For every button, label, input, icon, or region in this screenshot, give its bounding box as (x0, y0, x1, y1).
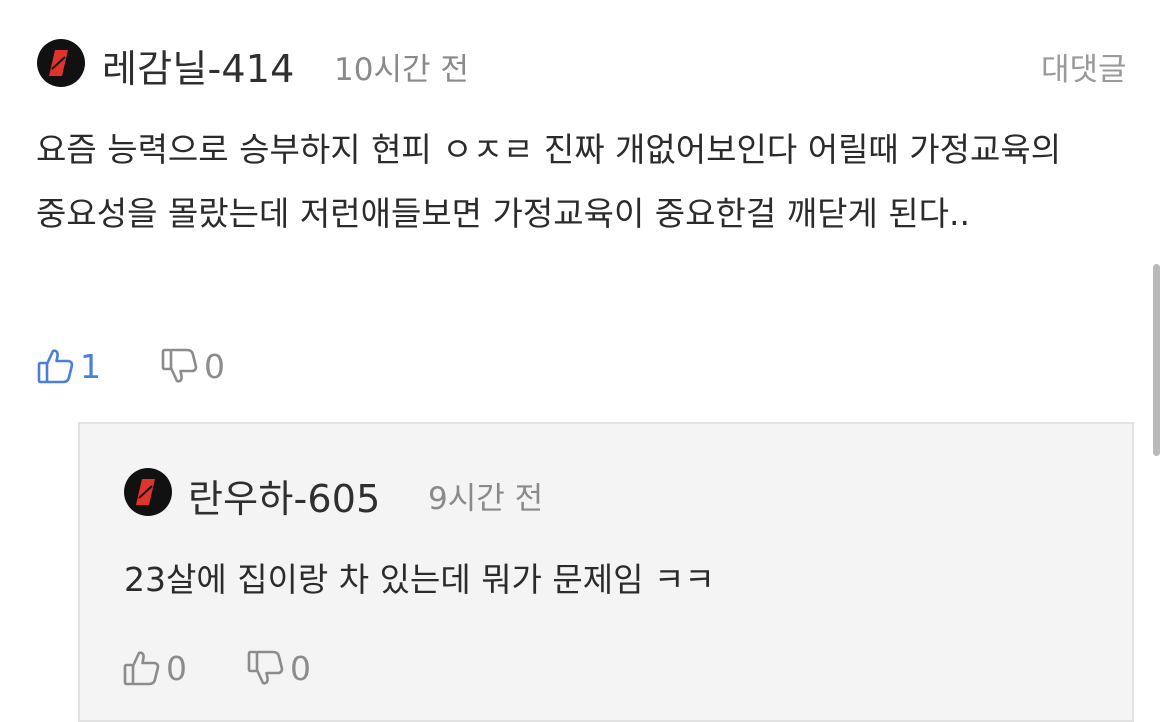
reply-timestamp: 9시간 전 (428, 481, 544, 517)
dislike-button[interactable]: 0 (160, 344, 225, 388)
like-count: 1 (80, 346, 101, 386)
comment-text: 요즘 능력으로 승부하지 현피 ㅇㅈㄹ 진짜 개없어보인다 어릴때 가정교육의 … (36, 130, 1062, 233)
reply-like-count: 0 (166, 648, 187, 688)
avatar-logo-icon (49, 50, 68, 76)
reply-like-button[interactable]: 0 (122, 646, 187, 690)
thumbs-up-icon (123, 651, 160, 686)
reply-dislike-button[interactable]: 0 (246, 646, 311, 690)
avatar[interactable] (37, 39, 85, 87)
thumbs-down-icon (161, 348, 198, 383)
reply-button[interactable]: 대댓글 (1041, 44, 1127, 89)
reply-text: 23살에 집이랑 차 있는데 뭐가 문제임 ㅋㅋ (124, 560, 715, 599)
reply-avatar[interactable] (124, 468, 172, 516)
like-button[interactable]: 1 (36, 344, 101, 388)
reply-thread: 란우하-605 9시간 전 23살에 집이랑 차 있는데 뭐가 문제임 ㅋㅋ 0… (78, 422, 1134, 722)
reply-dislike-count: 0 (290, 648, 311, 688)
thumbs-down-icon (247, 650, 284, 685)
scrollbar[interactable] (1153, 264, 1160, 456)
avatar-logo-icon (136, 479, 155, 505)
reply-username[interactable]: 란우하-605 (188, 468, 381, 523)
comment-timestamp: 10시간 전 (334, 52, 469, 88)
dislike-count: 0 (204, 346, 225, 386)
thumbs-up-icon (37, 349, 74, 384)
comment-username[interactable]: 레감닐-414 (102, 38, 295, 93)
